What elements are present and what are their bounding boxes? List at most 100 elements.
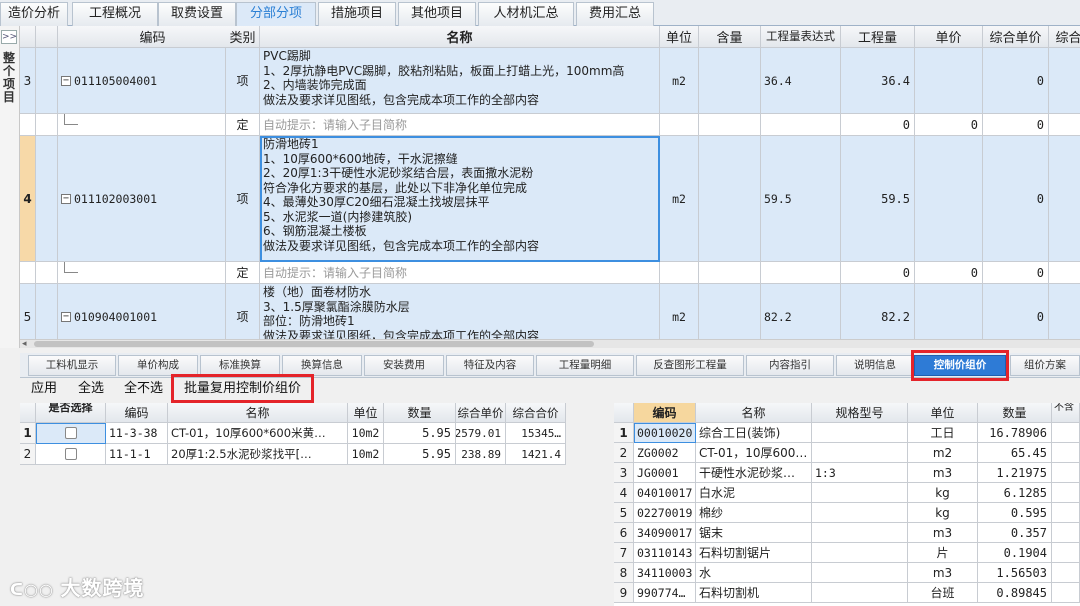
material-row-number[interactable]: 3	[614, 463, 634, 483]
material-code[interactable]: 03110143	[634, 543, 696, 563]
item-unit[interactable]: m2	[660, 284, 699, 339]
tab-content-guide[interactable]: 内容指引	[746, 355, 834, 376]
material-code[interactable]: JG0001	[634, 463, 696, 483]
material-row-number[interactable]: 7	[614, 543, 634, 563]
tab-fee-settings[interactable]: 取费设置	[158, 2, 236, 26]
item-quantity[interactable]: 59.5	[841, 136, 915, 262]
sub-composite[interactable]	[1049, 262, 1080, 284]
sub-content[interactable]	[699, 114, 761, 136]
material-code[interactable]: 04010017	[634, 483, 696, 503]
grid-header-code[interactable]: 编码	[58, 26, 248, 48]
material-excl[interactable]	[1052, 543, 1080, 563]
sub-content[interactable]	[699, 262, 761, 284]
material-unit[interactable]: 工日	[908, 423, 978, 443]
sub-quantity[interactable]: 0	[841, 114, 915, 136]
material-row-number[interactable]: 5	[614, 503, 634, 523]
tab-fee-summary[interactable]: 费用汇总	[576, 2, 654, 26]
material-name[interactable]: 石料切割锯片	[696, 543, 812, 563]
item-unit-price[interactable]	[915, 136, 983, 262]
quota-composite-total[interactable]: 1421.4	[506, 444, 566, 465]
item-qty-expression[interactable]: 36.4	[761, 48, 841, 114]
sub-name-hint[interactable]: 自动提示：请输入子目简称	[260, 114, 660, 136]
material-quantity[interactable]: 0.357	[978, 523, 1052, 543]
material-header-code[interactable]: 编码	[634, 403, 696, 423]
material-name[interactable]: 综合工日(装饰)	[696, 423, 812, 443]
material-spec[interactable]	[812, 523, 908, 543]
tab-description[interactable]: 说明信息	[836, 355, 914, 376]
sub-unit[interactable]	[660, 262, 699, 284]
tab-material-display[interactable]: 工料机显示	[28, 355, 116, 376]
quota-quantity[interactable]: 5.95	[384, 444, 456, 465]
quota-select-cell[interactable]	[36, 444, 106, 465]
scroll-left-arrow-icon[interactable]: ◂	[22, 339, 27, 349]
tab-measures[interactable]: 措施项目	[318, 2, 396, 26]
tab-project-overview[interactable]: 工程概况	[72, 2, 158, 26]
quota-select-checkbox[interactable]	[64, 427, 77, 439]
material-quantity[interactable]: 1.21975	[978, 463, 1052, 483]
item-type[interactable]: 项	[226, 136, 260, 262]
tab-labor-material-summary[interactable]: 人材机汇总	[478, 2, 574, 26]
sub-name-hint[interactable]: 自动提示：请输入子目简称	[260, 262, 660, 284]
item-unit[interactable]: m2	[660, 48, 699, 114]
item-composite[interactable]	[1049, 284, 1080, 339]
quota-composite-total[interactable]: 15345…	[506, 423, 566, 444]
material-excl[interactable]	[1052, 443, 1080, 463]
material-spec[interactable]	[812, 443, 908, 463]
material-unit[interactable]: m3	[908, 463, 978, 483]
quota-quantity[interactable]: 5.95	[384, 423, 456, 444]
material-spec[interactable]	[812, 423, 908, 443]
material-name[interactable]: 水	[696, 563, 812, 583]
tab-sub-items[interactable]: 分部分项	[236, 2, 316, 26]
select-all-button[interactable]: 全选	[78, 380, 104, 398]
quota-select-checkbox[interactable]	[64, 448, 77, 460]
material-unit[interactable]: m3	[908, 523, 978, 543]
quota-unit[interactable]: 10m2	[348, 444, 384, 465]
material-spec[interactable]	[812, 503, 908, 523]
grid-header-unit-price[interactable]: 单价	[915, 26, 983, 48]
material-unit[interactable]: m2	[908, 443, 978, 463]
tab-conversion-info[interactable]: 换算信息	[282, 355, 362, 376]
quota-header-unit[interactable]: 单位	[348, 403, 384, 423]
tab-pricing-scheme[interactable]: 组价方案	[1010, 355, 1080, 376]
material-spec[interactable]: 1:3	[812, 463, 908, 483]
material-code[interactable]: 34090017	[634, 523, 696, 543]
material-quantity[interactable]: 6.1285	[978, 483, 1052, 503]
material-spec[interactable]	[812, 543, 908, 563]
material-quantity[interactable]: 1.56503	[978, 563, 1052, 583]
row-number[interactable]: 5	[20, 284, 36, 339]
material-unit[interactable]: 片	[908, 543, 978, 563]
tab-install-fees[interactable]: 安装费用	[364, 355, 444, 376]
material-unit[interactable]: kg	[908, 503, 978, 523]
material-name[interactable]: 石料切割机	[696, 583, 812, 603]
row-number-selected[interactable]: 4	[20, 136, 36, 262]
material-excl[interactable]	[1052, 583, 1080, 603]
item-unit[interactable]: m2	[660, 136, 699, 262]
item-composite[interactable]	[1049, 48, 1080, 114]
quota-code[interactable]: 11-3-38	[106, 423, 168, 444]
quota-code[interactable]: 11-1-1	[106, 444, 168, 465]
item-code-cell[interactable]: −010904001001	[58, 284, 226, 339]
material-code[interactable]: 34110003	[634, 563, 696, 583]
item-content[interactable]	[699, 136, 761, 262]
quota-row-number[interactable]: 2	[20, 444, 36, 465]
item-quantity[interactable]: 82.2	[841, 284, 915, 339]
grid-header-content[interactable]: 含量	[699, 26, 761, 48]
material-quantity[interactable]: 0.595	[978, 503, 1052, 523]
material-spec[interactable]	[812, 563, 908, 583]
material-header-quantity[interactable]: 数量	[978, 403, 1052, 423]
sub-code-cell[interactable]	[58, 114, 226, 136]
material-row-number[interactable]: 8	[614, 563, 634, 583]
sub-unit-price[interactable]: 0	[915, 114, 983, 136]
material-excl[interactable]	[1052, 503, 1080, 523]
material-quantity[interactable]: 65.45	[978, 443, 1052, 463]
material-name[interactable]: 干硬性水泥砂浆…	[696, 463, 812, 483]
material-code[interactable]: 00010020	[634, 423, 696, 443]
grid-header-composite-price[interactable]: 综合单价	[983, 26, 1049, 48]
material-row-number[interactable]: 1	[614, 423, 634, 443]
sub-composite[interactable]	[1049, 114, 1080, 136]
item-name[interactable]: PVC踢脚 1、2厚抗静电PVC踢脚，胶粘剂粘贴，板面上打蜡上光，100mm高 …	[260, 48, 660, 114]
quota-composite-price[interactable]: 238.89	[456, 444, 506, 465]
item-type[interactable]: 项	[226, 48, 260, 114]
item-name-editing[interactable]: 防滑地砖1 1、10厚600*600地砖，干水泥擦缝 2、20厚1:3干硬性水泥…	[260, 136, 660, 262]
collapse-icon[interactable]: −	[61, 311, 71, 322]
